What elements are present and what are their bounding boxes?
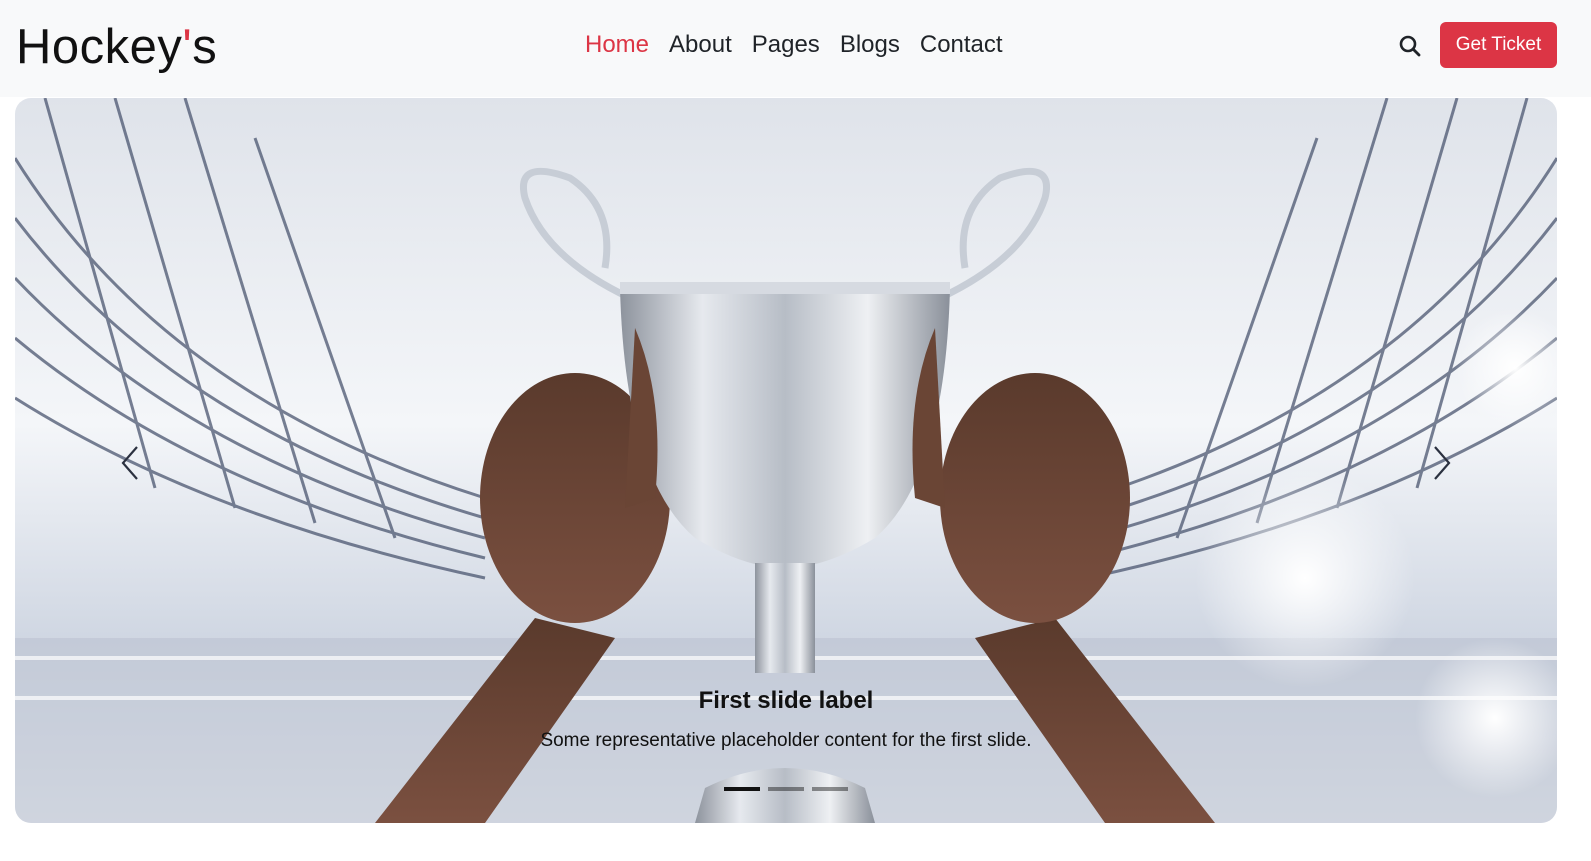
brand-name-end: s bbox=[192, 20, 218, 74]
nav-link-blogs[interactable]: Blogs bbox=[840, 28, 900, 62]
carousel-indicator-3[interactable] bbox=[812, 787, 848, 791]
hero-carousel: First slide label Some representative pl… bbox=[15, 98, 1557, 823]
carousel-next-button[interactable] bbox=[1417, 433, 1467, 493]
navbar: Hockey's Home About Pages Blogs Contact … bbox=[0, 0, 1591, 97]
carousel-indicator-2[interactable] bbox=[768, 787, 804, 791]
slide-title: First slide label bbox=[698, 687, 874, 714]
search-icon bbox=[1399, 35, 1421, 57]
get-ticket-button[interactable]: Get Ticket bbox=[1440, 22, 1557, 68]
nav-link-contact[interactable]: Contact bbox=[920, 28, 1003, 62]
carousel-prev-button[interactable] bbox=[105, 433, 155, 493]
brand-name-start: Hockey bbox=[16, 20, 183, 74]
slide-description: Some representative placeholder content … bbox=[540, 730, 1032, 751]
carousel-indicators bbox=[724, 787, 848, 791]
carousel-indicator-1[interactable] bbox=[724, 787, 760, 791]
nav-link-pages[interactable]: Pages bbox=[752, 28, 820, 62]
nav-link-home[interactable]: Home bbox=[585, 28, 649, 62]
chevron-right-icon bbox=[1434, 446, 1451, 480]
nav-link-about[interactable]: About bbox=[669, 28, 732, 62]
search-button[interactable] bbox=[1394, 30, 1426, 62]
main-nav: Home About Pages Blogs Contact bbox=[585, 28, 1003, 62]
chevron-left-icon bbox=[121, 446, 138, 480]
brand-name-accent: ' bbox=[182, 20, 193, 74]
brand-logo[interactable]: Hockey's bbox=[16, 18, 217, 76]
